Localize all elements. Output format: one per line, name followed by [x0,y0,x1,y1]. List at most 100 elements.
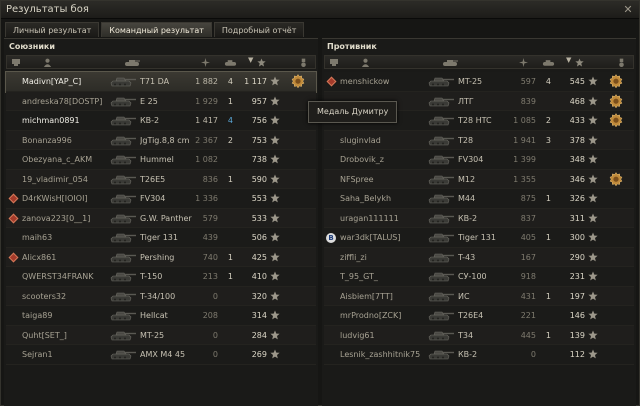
damage-value: 579 [202,213,218,223]
player-row[interactable]: ludvig61 T34 445 1 139 [324,325,634,345]
player-name: Drobovik_z [340,155,384,164]
player-row[interactable]: scooters32 T-34/100 0 320 [6,286,316,306]
player-row[interactable]: Bonanza996 JgTig.8,8 cm 2 367 2 753 [6,130,316,150]
star-icon [588,174,598,184]
tank-column-icon[interactable] [124,58,140,67]
tank-name: ЛТГ [458,96,474,106]
player-row[interactable]: Lesnik_zashhitnik75 КВ-2 0 112 [324,345,634,365]
star-icon [588,252,598,262]
player-row[interactable]: T_95_GT_ СУ-100 918 231 [324,267,634,287]
damage-value: 0 [530,350,536,359]
player-row[interactable]: Madivn[YAP_C] T71 DA 1 882 4 1 117 [5,71,317,93]
tank-name: MT-25 [458,77,483,86]
kills-value: 1 [227,252,233,262]
medal-icon[interactable] [609,93,623,108]
player-row[interactable]: Saha_Belykh M44 875 1 326 [324,189,634,209]
tank-name: КВ-2 [458,350,478,359]
medals-column-icon[interactable] [300,58,307,68]
tab-0[interactable]: Личный результат [5,22,100,37]
damage-value: 0 [212,350,218,359]
tank-name: FV304 [458,155,484,164]
star-icon [588,232,598,242]
tab-1[interactable]: Командный результат [101,22,212,37]
star-icon [270,193,280,203]
tank-name: T28 [458,135,474,145]
tank-icon [109,173,137,186]
kills-value [219,345,233,364]
tank-name: Hellcat [140,311,168,320]
player-row[interactable]: QWERST34FRANK T-150 213 1 410 [6,267,316,287]
player-row[interactable]: 19_vladimir_054 T26E5 836 1 590 [6,169,316,189]
player-column-icon[interactable] [43,58,52,67]
player-row[interactable]: menshickow MT-25 597 4 545 [324,72,634,92]
player-row[interactable]: Bwar3dk[TALUS] Tiger 131 405 1 300 [324,228,634,248]
close-icon[interactable]: ✕ [622,4,634,16]
player-row[interactable]: sluginvlad T28 1 941 3 378 [324,130,634,150]
player-row[interactable]: Drobovik_z FV304 1 399 348 [324,150,634,170]
star-icon [588,96,598,106]
xp-value: 300 [569,233,585,242]
tank-icon [427,95,455,108]
kills-column-icon[interactable] [224,58,237,67]
allies-column-header: ▼ [6,55,316,69]
medal-icon[interactable] [291,74,305,89]
player-row[interactable]: taiga89 Hellcat 208 314 [6,306,316,326]
player-row[interactable]: maih63 Tiger 131 439 506 [6,228,316,248]
medals-column-icon[interactable] [618,58,625,68]
tab-2[interactable]: Подробный отчёт [213,22,305,37]
squad-column-icon[interactable] [329,58,339,67]
star-icon [270,271,280,281]
player-row[interactable]: Alicx861 Pershing 740 1 425 [6,247,316,267]
star-icon [270,174,280,184]
tank-name: T26E4 [458,311,484,320]
xp-column-icon[interactable] [575,58,584,67]
title-bar[interactable]: Результаты боя ✕ [1,1,639,19]
player-row[interactable]: Quht[SET_] MT-25 0 284 [6,325,316,345]
medal-icon[interactable] [609,113,623,128]
xp-value: 311 [569,213,585,223]
rank-icon [8,252,19,262]
player-row[interactable]: zanova223[0__1] G.W. Panther 579 533 [6,208,316,228]
tank-column-icon[interactable] [442,58,458,67]
tank-icon [427,290,455,303]
star-icon [270,291,280,301]
xp-column-icon[interactable] [257,58,266,67]
tank-name: M44 [458,194,476,203]
damage-column-icon[interactable] [201,58,210,67]
damage-value: 1 882 [195,77,218,86]
sort-arrow-icon: ▼ [566,56,572,64]
player-row[interactable]: Aisbiem[7TT] ИС 431 1 197 [324,286,634,306]
damage-value: 1 336 [195,194,218,203]
kills-column-icon[interactable] [542,58,555,67]
medal-icon[interactable] [609,171,623,186]
player-row[interactable]: mrProdno[ZCK] T26E4 221 146 [324,306,634,326]
player-row[interactable]: D4rKWisH[IOIOI] FV304 1 336 553 [6,189,316,209]
damage-value: 918 [520,272,536,281]
player-row[interactable]: NFSpree M12 1 355 346 [324,169,634,189]
player-name: Bonanza996 [22,135,72,145]
tank-icon [427,270,455,283]
tank-name: КВ-2 [458,213,478,223]
squad-column-icon[interactable] [11,58,21,67]
damage-value: 837 [520,213,536,223]
player-name: Aisbiem[7TT] [340,291,393,301]
player-row[interactable]: Obezyana_c_AKM Hummel 1 082 738 [6,150,316,170]
tank-icon [427,114,455,127]
player-row[interactable]: Sejran1 AMX M4 45 0 269 [6,345,316,365]
player-column-icon[interactable] [361,58,370,67]
tank-name: FV304 [140,194,166,203]
damage-value: 431 [520,291,536,301]
player-row[interactable]: uragan111111 КВ-2 837 311 [324,208,634,228]
xp-value: 146 [569,311,585,320]
tank-name: T28 HTC [458,116,492,125]
medal-icon[interactable] [609,74,623,89]
xp-value: 553 [251,194,267,203]
player-row[interactable]: andreska78[DOSTP] E 25 1 929 1 957 [6,91,316,111]
damage-column-icon[interactable] [519,58,528,67]
player-row[interactable]: ziffli_zi T-43 167 290 [324,247,634,267]
xp-value: 139 [569,330,585,340]
player-row[interactable]: michman0891 КВ-2 1 417 4 756 [6,111,316,131]
tank-name: T34 [458,330,474,340]
kills-value [219,209,233,228]
tank-icon [109,309,137,322]
